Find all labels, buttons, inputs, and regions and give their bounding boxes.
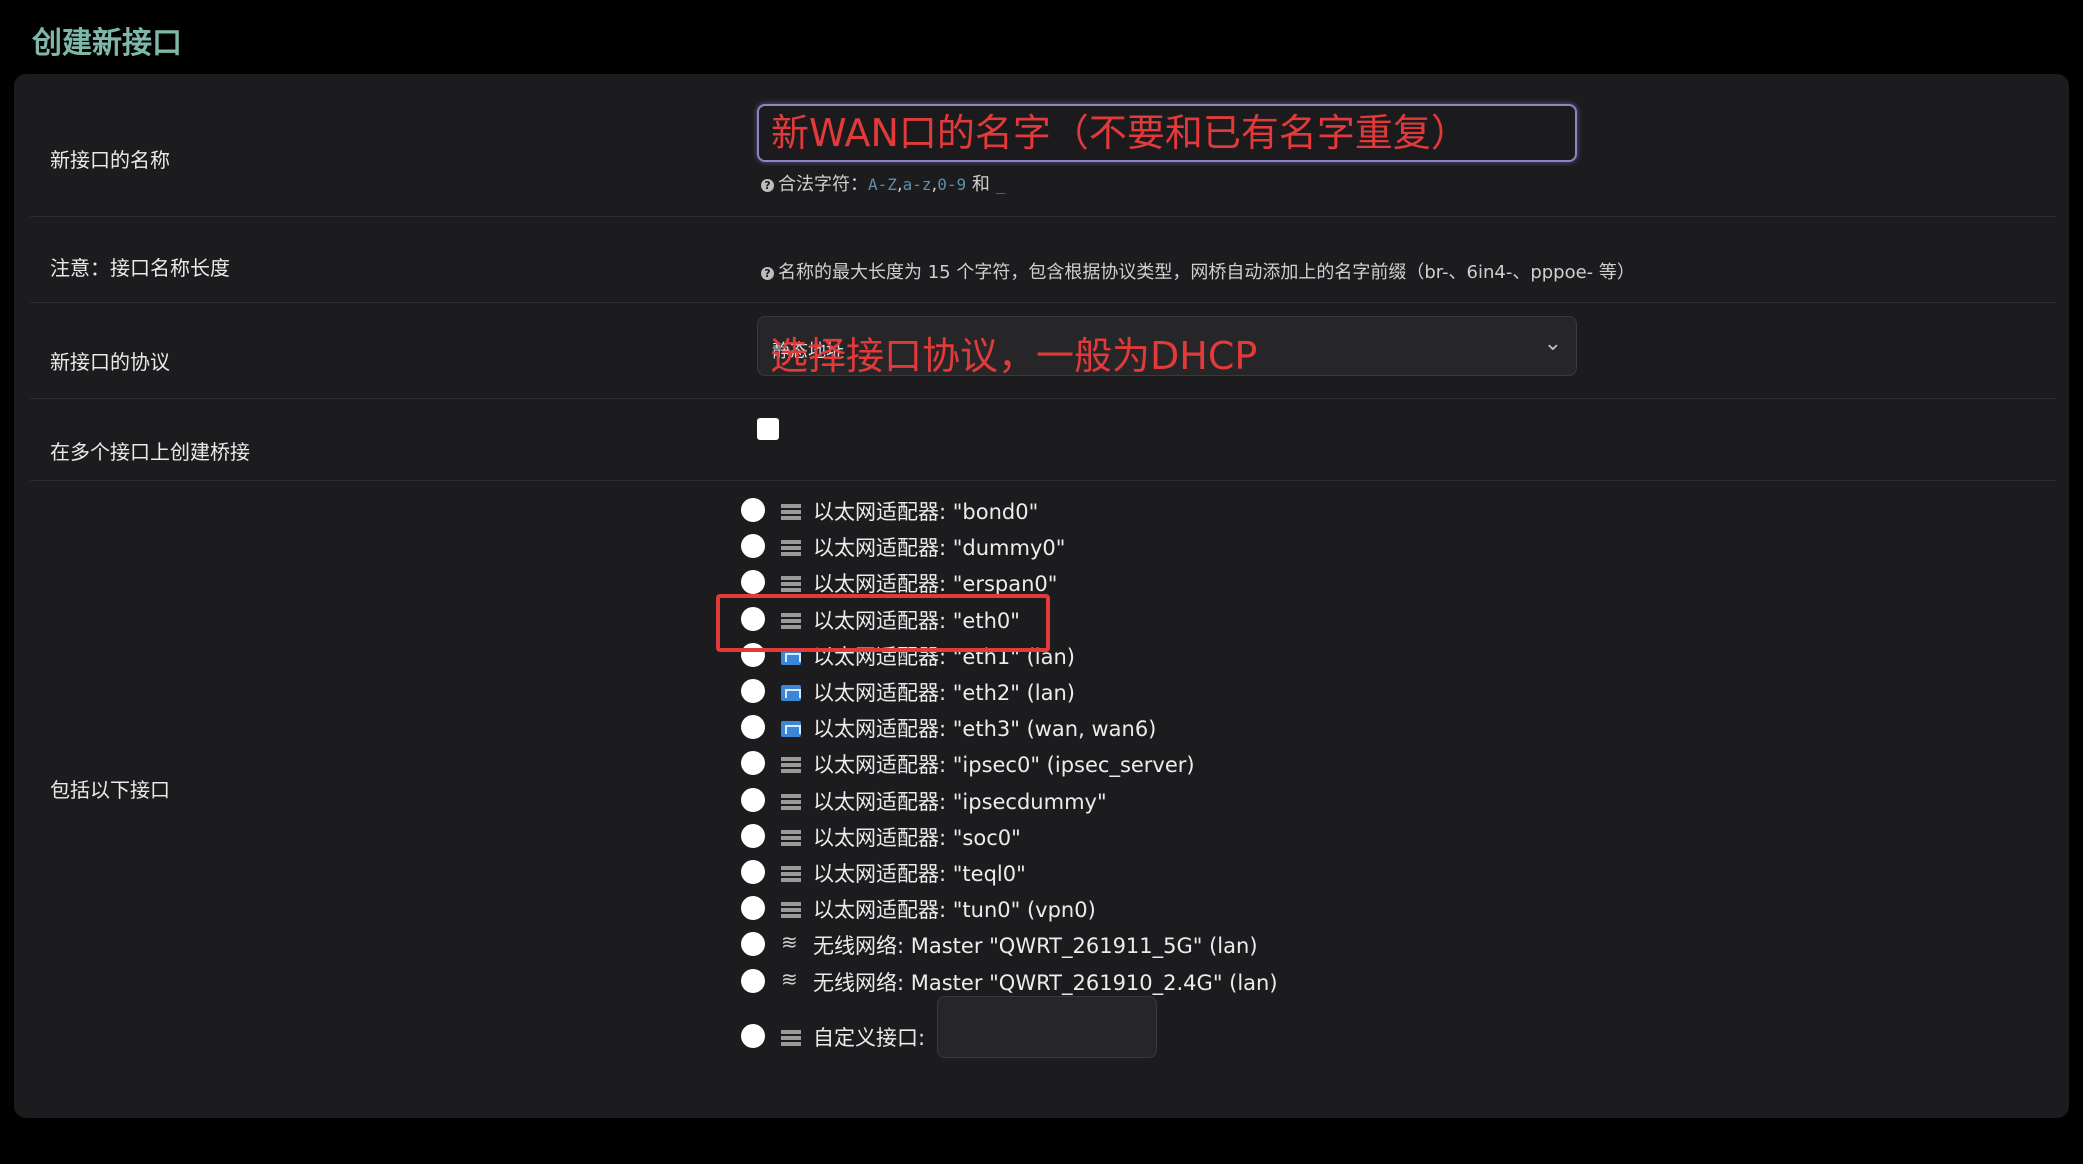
note-label: 注意：接口名称长度: [50, 256, 230, 280]
page-title: 创建新接口: [32, 26, 182, 61]
help-icon: ?: [761, 267, 774, 280]
server-icon: [781, 902, 801, 919]
interface-label: 无线网络: Master "QWRT_261911_5G" (lan): [813, 934, 1258, 959]
interface-option[interactable]: ≋ 无线网络: Master "QWRT_261911_5G" (lan): [741, 928, 1641, 964]
interface-option[interactable]: 以太网适配器: "soc0": [741, 820, 1641, 856]
interface-radio[interactable]: [741, 498, 765, 522]
interface-radio[interactable]: [741, 932, 765, 957]
server-icon: [781, 829, 801, 846]
interface-radio[interactable]: [741, 896, 765, 921]
hint-code: 0-9: [937, 175, 967, 194]
server-icon: [781, 866, 801, 882]
interface-option[interactable]: 以太网适配器: "ipsec0" (ipsec_server): [741, 747, 1641, 783]
hint-code: A-Z: [868, 175, 897, 194]
include-label: 包括以下接口: [50, 778, 170, 802]
ethernet-port-icon: [781, 685, 801, 701]
interface-label: 以太网适配器: "dummy0": [813, 536, 1066, 561]
protocol-select[interactable]: 静态地址 选择接口协议，一般为DHCP ⌄: [757, 316, 1577, 378]
interface-radio[interactable]: [741, 968, 765, 993]
protocol-label: 新接口的协议: [50, 350, 170, 374]
interface-option[interactable]: 以太网适配器: "tun0" (vpn0): [741, 892, 1641, 928]
interface-label: 以太网适配器: "eth3" (wan, wan6): [813, 717, 1157, 742]
eth0-highlight-annotation: [716, 594, 1050, 652]
name-hint: ? 合法字符：A-Z,a-z,0-9 和 _: [757, 170, 1577, 196]
name-row: 新接口的名称 ?合法字符：A-Z,a-z,0-9 和 _: [30, 74, 2056, 217]
note-text: ? 名称的最大长度为 15 个字符，包含根据协议类型，网桥自动添加上的名字前缀（b…: [757, 258, 1635, 284]
interface-radio[interactable]: [741, 679, 765, 703]
protocol-annotation: 选择接口协议，一般为DHCP: [770, 334, 1258, 378]
server-icon: [781, 1030, 801, 1046]
custom-interface-input[interactable]: [937, 996, 1157, 1058]
bridge-row: 在多个接口上创建桥接: [30, 398, 2056, 481]
interface-option[interactable]: 以太网适配器: "ipsecdummy": [741, 784, 1641, 820]
interface-radio[interactable]: [741, 751, 765, 776]
interface-option[interactable]: 以太网适配器: "teql0": [741, 856, 1641, 892]
name-label: 新接口的名称: [50, 148, 170, 172]
server-icon: [781, 504, 801, 520]
interface-label: 无线网络: Master "QWRT_261910_2.4G" (lan): [813, 970, 1278, 995]
server-icon: [781, 540, 801, 557]
interface-radio[interactable]: [741, 715, 765, 740]
chevron-down-icon: ⌄: [1543, 331, 1562, 356]
bridge-checkbox[interactable]: [757, 418, 779, 440]
interface-option[interactable]: 以太网适配器: "dummy0": [741, 530, 1641, 566]
server-icon: [781, 757, 801, 774]
interface-radio[interactable]: [741, 534, 765, 559]
interface-option[interactable]: ≋ 无线网络: Master "QWRT_261910_2.4G" (lan): [741, 965, 1641, 1001]
interface-label: 以太网适配器: "teql0": [813, 862, 1026, 886]
interface-label: 以太网适配器: "ipsecdummy": [813, 789, 1107, 814]
interface-label: 以太网适配器: "eth2" (lan): [813, 681, 1075, 705]
server-icon: [781, 793, 801, 810]
interface-label: 以太网适配器: "soc0": [813, 825, 1021, 850]
custom-interface-label: 自定义接口:: [813, 1026, 926, 1050]
interface-label: 以太网适配器: "ipsec0" (ipsec_server): [813, 753, 1195, 778]
wifi-icon: ≋: [781, 930, 798, 955]
bridge-label: 在多个接口上创建桥接: [50, 440, 250, 464]
interface-radio[interactable]: [741, 1024, 765, 1048]
interface-radio[interactable]: [741, 860, 765, 884]
interface-radio[interactable]: [741, 570, 765, 595]
interface-name-input[interactable]: [757, 104, 1577, 162]
hint-code: _: [995, 175, 1006, 194]
wifi-icon: ≋: [781, 966, 798, 991]
interface-radio[interactable]: [741, 787, 765, 812]
interface-radio[interactable]: [741, 823, 765, 848]
interface-option[interactable]: 以太网适配器: "eth2" (lan): [741, 675, 1641, 711]
server-icon: [781, 576, 801, 593]
interface-label: 以太网适配器: "bond0": [813, 500, 1039, 524]
interface-label: 以太网适配器: "tun0" (vpn0): [813, 898, 1096, 923]
custom-interface-item[interactable]: 自定义接口:: [741, 996, 1641, 1058]
interface-option[interactable]: 以太网适配器: "eth3" (wan, wan6): [741, 711, 1641, 747]
ethernet-port-icon: [781, 721, 801, 738]
note-row: 注意：接口名称长度 ? 名称的最大长度为 15 个字符，包含根据协议类型，网桥自动…: [30, 216, 2056, 303]
hint-code: a-z: [902, 175, 932, 194]
protocol-row: 新接口的协议 静态地址 选择接口协议，一般为DHCP ⌄: [30, 302, 2056, 399]
help-icon: ?: [761, 179, 774, 192]
interface-option[interactable]: 以太网适配器: "bond0": [741, 494, 1641, 530]
